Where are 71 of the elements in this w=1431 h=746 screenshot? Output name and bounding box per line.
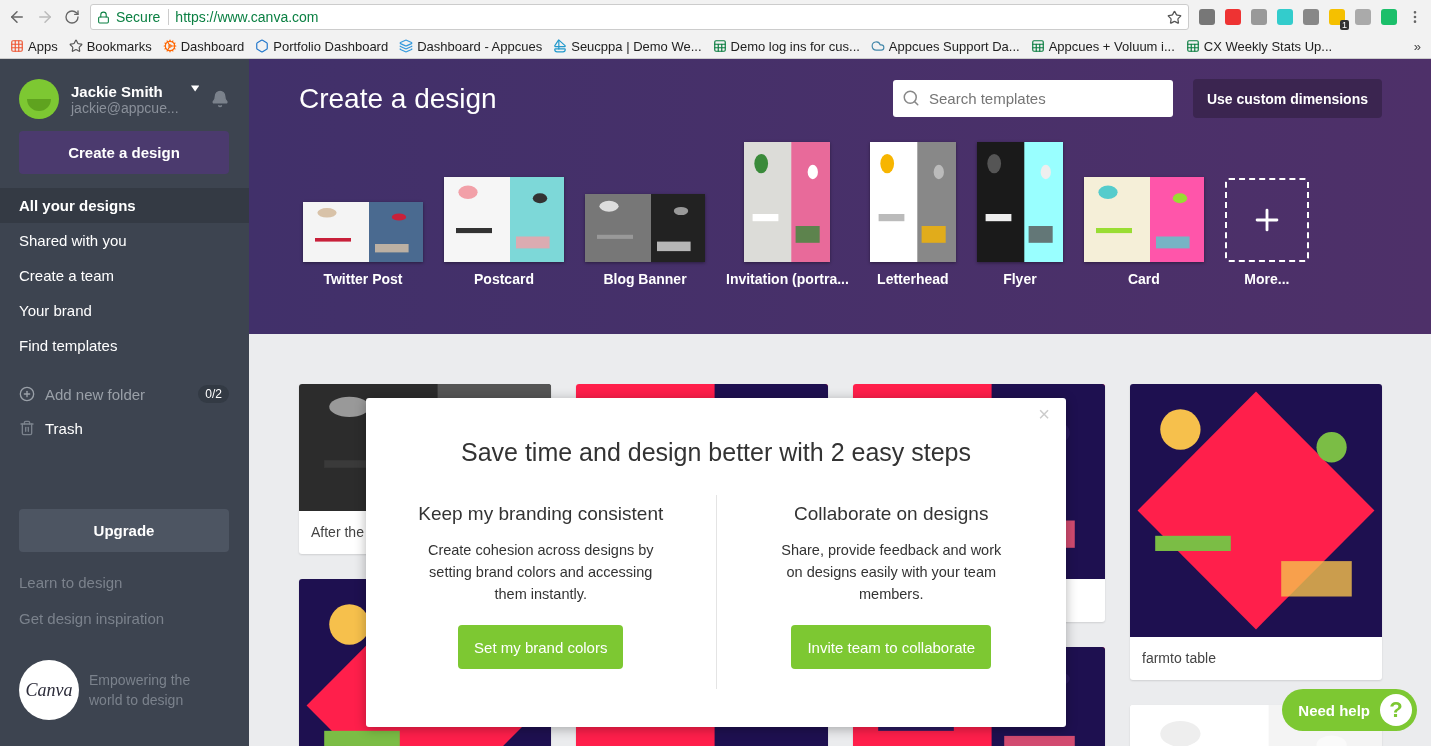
option-description: Create cohesion across designs by setting brand colors and accessing them instantly. <box>426 541 655 604</box>
folder-count: 0/2 <box>198 385 229 403</box>
grid-icon <box>10 39 24 53</box>
trash-link[interactable]: Trash <box>45 419 83 437</box>
upgrade-button[interactable]: Upgrade <box>19 509 229 552</box>
template-item[interactable]: Letterhead <box>869 142 956 287</box>
dropdown-icon[interactable] <box>190 85 199 92</box>
address-bar[interactable]: Secure https://www.canva.com <box>90 4 1189 30</box>
template-item[interactable]: More... <box>1224 178 1309 287</box>
option-heading: Keep my branding consistent <box>418 503 664 525</box>
bell-icon[interactable] <box>210 88 229 110</box>
reload-icon[interactable] <box>64 9 80 25</box>
url-text: https://www.canva.com <box>175 9 320 25</box>
bookmark-link[interactable]: Demo log ins for cus... <box>712 38 860 54</box>
avatar-icon <box>19 79 59 119</box>
star-icon <box>68 39 83 53</box>
bookmark-link[interactable]: Portfolio Dashboard <box>255 38 389 54</box>
bookmark-link[interactable]: Appcues Support Da... <box>870 38 1020 54</box>
secure-label: Secure <box>116 9 170 25</box>
sailboat-icon <box>553 39 568 53</box>
sidebar-item[interactable]: Your brand <box>0 293 249 328</box>
add-icon[interactable] <box>19 386 35 402</box>
more-tile[interactable] <box>1224 178 1309 262</box>
add-folder-link[interactable]: Add new folder <box>45 385 146 403</box>
bookmarks-overflow[interactable]: » <box>1413 38 1421 54</box>
template-item[interactable]: Twitter Post <box>303 202 423 287</box>
create-design-button[interactable]: Create a design <box>19 131 229 174</box>
design-caption: farmto table <box>1142 649 1216 668</box>
design-caption: After the <box>311 523 364 542</box>
star-icon[interactable] <box>1167 9 1182 25</box>
spreadsheet-icon <box>1185 39 1200 53</box>
sidebar-item[interactable]: All your designs <box>0 188 249 223</box>
template-item[interactable]: Blog Banner <box>585 194 705 287</box>
forward-icon[interactable] <box>36 8 54 26</box>
template-item[interactable]: Flyer <box>976 142 1063 287</box>
logo[interactable]: Canva <box>19 660 79 720</box>
search-field[interactable]: Search templates <box>892 80 1173 117</box>
option-description: Share, provide feedback and work on designs easily with your team members. <box>780 541 1003 604</box>
gear-icon <box>162 39 177 53</box>
extension-badge: 1 <box>1340 20 1349 30</box>
page-title: Create a design <box>299 82 498 115</box>
back-icon[interactable] <box>8 8 26 26</box>
cloud-icon <box>870 39 885 53</box>
bookmark-link[interactable]: Dashboard - Appcues <box>399 38 543 54</box>
hexagon-icon <box>255 39 270 53</box>
bookmark-link[interactable]: Seucppa | Demo We... <box>553 38 702 54</box>
user-email: jackie@appcue... <box>71 99 179 116</box>
user-name: Jackie Smith <box>71 82 164 100</box>
bookmark-link[interactable]: CX Weekly Stats Up... <box>1185 38 1333 54</box>
search-icon <box>901 89 920 107</box>
bookmark-link[interactable]: Dashboard <box>162 38 245 54</box>
layers-icon <box>399 39 414 53</box>
sidebar-item[interactable]: Create a team <box>0 258 249 293</box>
bookmark-link[interactable]: Appcues + Voluum i... <box>1030 38 1175 54</box>
tagline: Empowering the world to design <box>89 671 192 710</box>
help-icon: ? <box>1380 694 1412 726</box>
lock-icon <box>97 10 110 24</box>
template-item[interactable]: Card <box>1083 177 1204 287</box>
spreadsheet-icon <box>1030 39 1045 53</box>
design-card[interactable]: farmto table <box>1130 384 1382 680</box>
sidebar-item[interactable]: Shared with you <box>0 223 249 258</box>
bookmark-link[interactable]: Bookmarks <box>68 38 152 54</box>
modal-title: Save time and design better with 2 easy steps <box>461 438 971 467</box>
template-item[interactable]: Invitation (portra... <box>726 142 849 287</box>
option-heading: Collaborate on designs <box>794 503 989 525</box>
sidebar-item[interactable]: Find templates <box>0 328 249 363</box>
custom-dimensions-button[interactable]: Use custom dimensions <box>1192 79 1382 118</box>
spreadsheet-icon <box>712 39 727 53</box>
template-item[interactable]: Postcard <box>444 177 564 287</box>
trash-icon[interactable] <box>19 420 35 436</box>
bookmark-link[interactable]: Apps <box>10 38 58 54</box>
